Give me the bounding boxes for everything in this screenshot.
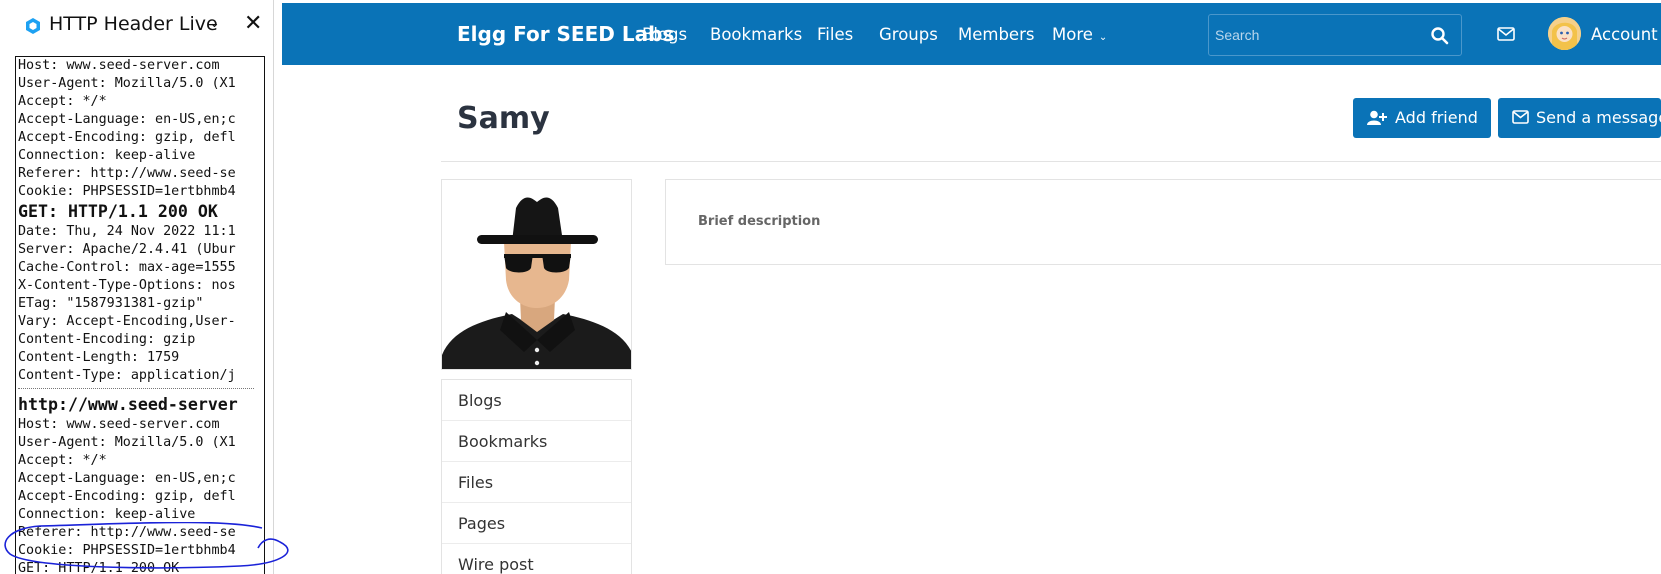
log-header-line: GET: HTTP/1.1 200 OK — [18, 561, 180, 574]
log-header-line: X-Content-Type-Options: nos — [18, 278, 236, 293]
profile-menu-files[interactable]: Files — [442, 462, 631, 503]
close-icon[interactable]: ✕ — [244, 11, 262, 36]
log-header-line: Referer: http://www.seed-se — [18, 525, 236, 540]
search-input[interactable] — [1215, 25, 1415, 45]
profile-owner-menu: Blogs Bookmarks Files Pages Wire post — [441, 379, 632, 574]
log-header-line: Accept-Language: en-US,en;c — [18, 112, 236, 127]
nav-more-label: More — [1052, 25, 1093, 44]
brief-description-label: Brief description — [698, 214, 821, 229]
title-divider — [441, 161, 1661, 162]
nav-more[interactable]: More ⌄ — [1052, 25, 1107, 44]
sidebar-header: HTTP Header Live ⌄ ✕ — [0, 0, 274, 52]
log-header-line: Referer: http://www.seed-se — [18, 166, 236, 181]
log-header-line: Content-Encoding: gzip — [18, 332, 196, 347]
nav-groups[interactable]: Groups — [879, 25, 938, 44]
send-message-label: Send a message — [1536, 108, 1661, 127]
log-header-line: ETag: "1587931381-gzip" — [18, 296, 204, 311]
profile-menu-bookmarks[interactable]: Bookmarks — [442, 421, 631, 462]
chevron-down-icon[interactable]: ⌄ — [209, 16, 220, 31]
log-header-line: Cookie: PHPSESSID=1ertbhmb4 — [18, 543, 236, 558]
log-header-line: User-Agent: Mozilla/5.0 (X1 — [18, 76, 236, 91]
log-header-line: Host: www.seed-server.com — [18, 58, 220, 73]
chevron-down-icon: ⌄ — [1098, 32, 1108, 43]
add-friend-label: Add friend — [1395, 108, 1478, 127]
log-header-line: Vary: Accept-Encoding,User- — [18, 314, 236, 329]
profile-details-box: Brief description — [665, 179, 1661, 265]
http-log-panel[interactable]: Host: www.seed-server.com User-Agent: Moz… — [15, 56, 265, 574]
log-header-line: Host: www.seed-server.com — [18, 417, 220, 432]
add-friend-button[interactable]: Add friend — [1353, 98, 1491, 138]
send-message-button[interactable]: Send a message — [1498, 98, 1661, 138]
profile-menu-blogs[interactable]: Blogs — [442, 380, 631, 421]
profile-menu-wire-post[interactable]: Wire post — [442, 544, 631, 574]
nav-members[interactable]: Members — [958, 25, 1034, 44]
log-header-line: Accept-Encoding: gzip, defl — [18, 489, 236, 504]
avatar-face-icon — [1548, 17, 1581, 50]
log-header-line: Accept: */* — [18, 94, 107, 109]
log-header-line: Accept-Language: en-US,en;c — [18, 471, 236, 486]
extension-logo-icon — [26, 18, 40, 34]
log-header-line: Accept-Encoding: gzip, defl — [18, 130, 236, 145]
search-icon[interactable] — [1430, 26, 1450, 46]
log-header-line: Server: Apache/2.4.41 (Ubur — [18, 242, 236, 257]
profile-main: Samy Add friend Send a message Blogs Boo… — [282, 65, 1661, 574]
log-request-heading: GET: HTTP/1.1 200 OK — [18, 202, 218, 221]
log-header-line: Connection: keep-alive — [18, 148, 196, 163]
messages-envelope-icon[interactable] — [1497, 27, 1515, 41]
log-header-line: User-Agent: Mozilla/5.0 (X1 — [18, 435, 236, 450]
sidebar-title[interactable]: HTTP Header Live — [49, 13, 218, 35]
log-header-line: Date: Thu, 24 Nov 2022 11:1 — [18, 224, 236, 239]
log-separator — [18, 388, 254, 389]
profile-menu-pages[interactable]: Pages — [442, 503, 631, 544]
log-header-line: Connection: keep-alive — [18, 507, 196, 522]
log-header-line: Content-Type: application/j — [18, 368, 236, 383]
account-label: Account — [1591, 25, 1658, 44]
add-user-icon — [1367, 110, 1387, 125]
envelope-icon — [1512, 110, 1529, 124]
page-title: Samy — [457, 101, 550, 136]
log-header-line: Content-Length: 1759 — [18, 350, 180, 365]
log-header-line: Cookie: PHPSESSID=1ertbhmb4 — [18, 184, 236, 199]
log-header-line: Cache-Control: max-age=1555 — [18, 260, 236, 275]
top-navigation-bar: Elgg For SEED Labs Blogs Bookmarks Files… — [282, 3, 1661, 65]
nav-files[interactable]: Files — [817, 25, 853, 44]
spy-avatar-image — [442, 180, 631, 369]
user-avatar — [1548, 17, 1581, 50]
log-request-heading: http://www.seed-server — [18, 395, 238, 414]
profile-avatar[interactable] — [441, 179, 632, 370]
http-header-live-sidebar: HTTP Header Live ⌄ ✕ Host: www.seed-serv… — [0, 0, 289, 574]
log-header-line: Accept: */* — [18, 453, 107, 468]
search-box — [1208, 14, 1462, 56]
nav-bookmarks[interactable]: Bookmarks — [710, 25, 802, 44]
nav-blogs[interactable]: Blogs — [642, 25, 687, 44]
